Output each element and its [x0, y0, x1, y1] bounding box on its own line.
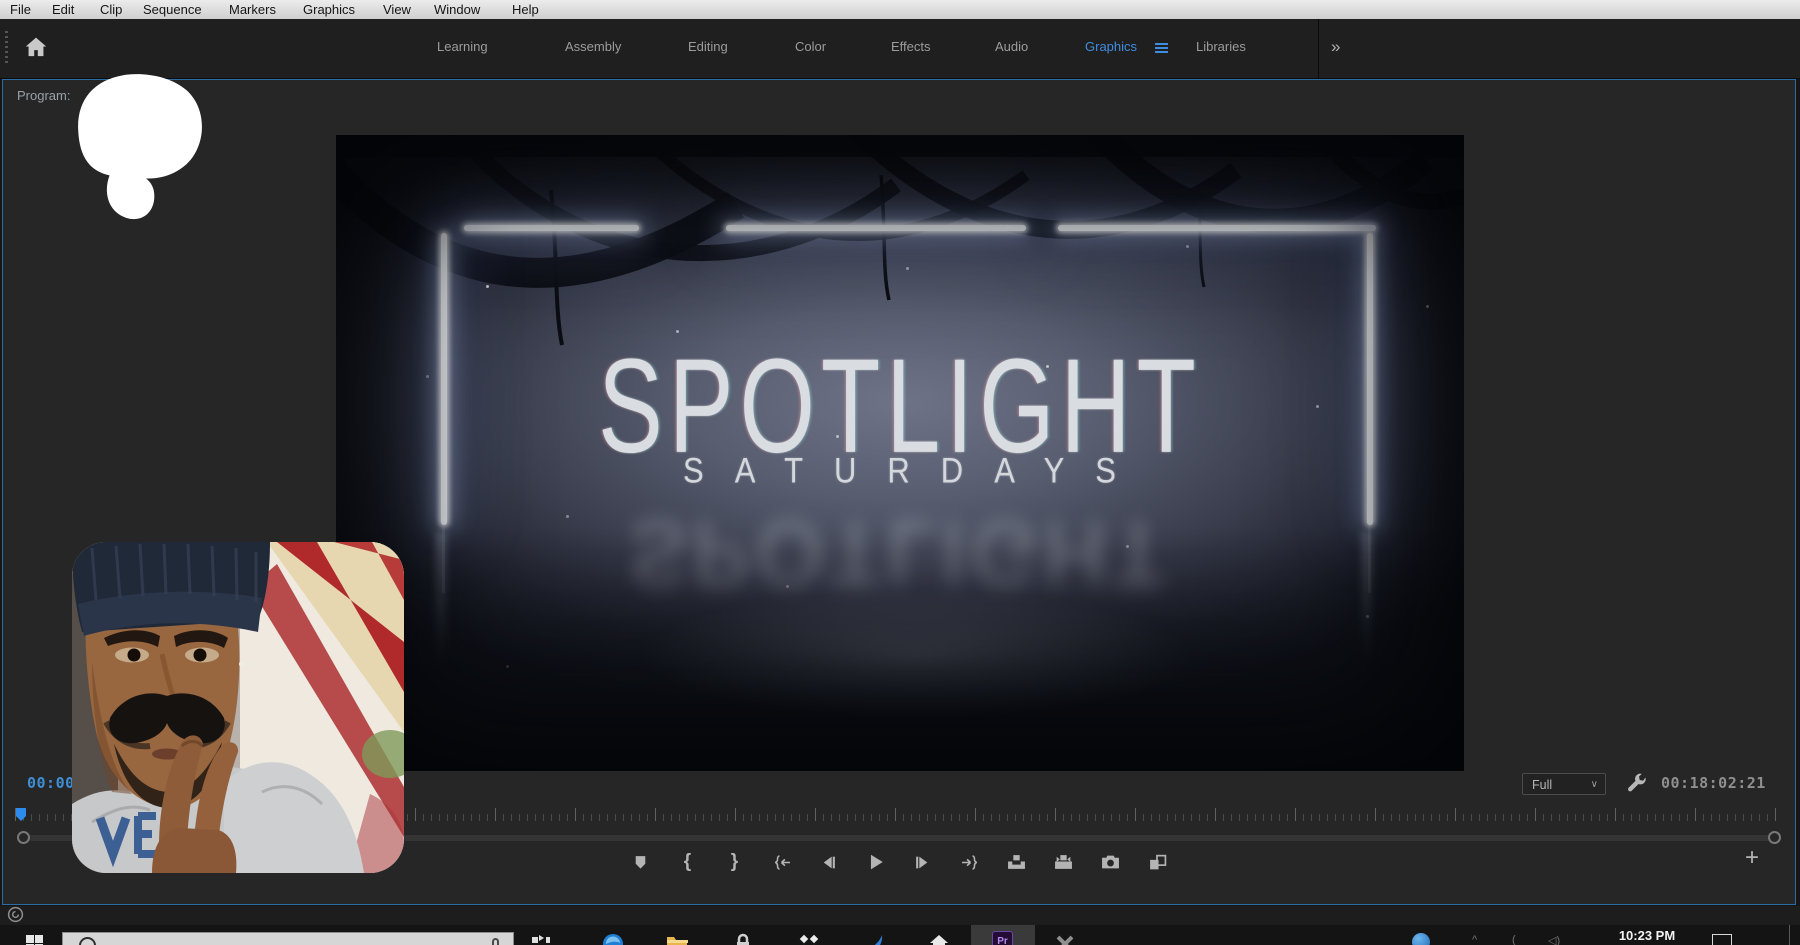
- tab-libraries[interactable]: Libraries: [1196, 39, 1246, 54]
- menu-graphics[interactable]: Graphics: [303, 1, 355, 18]
- diamonds-app-icon[interactable]: [798, 933, 820, 945]
- duration-timecode: 00:18:02:21: [1661, 774, 1766, 792]
- home-app-icon[interactable]: [928, 933, 950, 945]
- menu-sequence[interactable]: Sequence: [143, 1, 202, 18]
- x-app-icon[interactable]: [1054, 933, 1076, 945]
- cortana-icon: [79, 937, 96, 945]
- menu-edit[interactable]: Edit: [52, 1, 74, 18]
- export-frame-camera-icon[interactable]: [1101, 852, 1121, 872]
- white-annotation-blob: [73, 70, 215, 222]
- go-to-out-point-icon[interactable]: [960, 852, 980, 872]
- go-to-in-point-icon[interactable]: [772, 852, 792, 872]
- vignette: [336, 135, 1464, 771]
- scrollbar-handle-right[interactable]: [1768, 831, 1781, 844]
- premiere-pro-window: File Edit Clip Sequence Markers Graphics…: [0, 0, 1800, 945]
- current-timecode[interactable]: 00:00: [27, 774, 75, 792]
- panel-title[interactable]: Program:: [17, 88, 70, 103]
- tray-orb-icon[interactable]: [1412, 933, 1430, 945]
- menu-clip[interactable]: Clip: [100, 1, 122, 18]
- tab-color[interactable]: Color: [795, 39, 826, 54]
- menu-window[interactable]: Window: [434, 1, 480, 18]
- mark-out-icon[interactable]: }: [725, 852, 745, 872]
- file-explorer-icon[interactable]: [666, 933, 688, 945]
- action-center-icon[interactable]: [1712, 934, 1732, 945]
- show-desktop-button[interactable]: [1789, 925, 1790, 945]
- lock-app-icon[interactable]: [732, 933, 754, 945]
- premiere-pro-icon[interactable]: Pr: [992, 931, 1013, 945]
- menu-help[interactable]: Help: [512, 1, 539, 18]
- tab-assembly[interactable]: Assembly: [565, 39, 621, 54]
- scrollbar-handle-left[interactable]: [17, 831, 30, 844]
- menu-markers[interactable]: Markers: [229, 1, 276, 18]
- step-forward-icon[interactable]: [913, 852, 933, 872]
- swoosh-app-icon[interactable]: [864, 933, 886, 945]
- task-view-icon[interactable]: [530, 933, 552, 945]
- settings-wrench-icon[interactable]: [1626, 772, 1648, 794]
- divider: [1318, 19, 1319, 78]
- tab-graphics[interactable]: Graphics: [1085, 39, 1137, 54]
- menu-bar: File Edit Clip Sequence Markers Graphics…: [0, 0, 1800, 20]
- taskbar-search-input[interactable]: [62, 932, 514, 945]
- step-back-icon[interactable]: [819, 852, 839, 872]
- windows-taskbar: Pr ^ ( ◁) 10:23 PM: [0, 925, 1800, 945]
- status-strip: [0, 906, 1800, 925]
- chevron-down-icon: ∨: [1591, 774, 1598, 796]
- tab-effects[interactable]: Effects: [891, 39, 931, 54]
- tab-learning[interactable]: Learning: [437, 39, 488, 54]
- panel-grip: [5, 31, 8, 65]
- workspace-menu-icon[interactable]: [1155, 43, 1168, 53]
- workspace-bar: Learning Assembly Editing Color Effects …: [0, 19, 1800, 79]
- microphone-icon[interactable]: [492, 938, 499, 945]
- play-icon[interactable]: [866, 852, 886, 872]
- zoom-level-value: Full: [1532, 778, 1552, 792]
- zoom-level-select[interactable]: Full ∨: [1522, 773, 1606, 795]
- tray-network-icon[interactable]: (: [1512, 934, 1516, 945]
- program-video-frame: SPOTLIGHT SPOTLIGHT SATURDAYS: [336, 135, 1464, 771]
- home-icon[interactable]: [24, 36, 50, 60]
- mark-in-icon[interactable]: {: [678, 852, 698, 872]
- tray-hidden-icons-chevron[interactable]: ^: [1472, 934, 1477, 945]
- button-editor-plus[interactable]: +: [1745, 846, 1759, 870]
- taskbar-clock[interactable]: 10:23 PM: [1601, 928, 1693, 943]
- menu-file[interactable]: File: [10, 1, 31, 18]
- tray-volume-icon[interactable]: ◁): [1548, 934, 1560, 945]
- menu-view[interactable]: View: [383, 1, 411, 18]
- start-button-icon[interactable]: [26, 935, 43, 945]
- creative-cloud-sync-icon[interactable]: [7, 906, 24, 923]
- browser-orb-icon[interactable]: [602, 933, 624, 945]
- webcam-overlay: [72, 542, 404, 873]
- tab-editing[interactable]: Editing: [688, 39, 728, 54]
- workspace-overflow-chevron-icon[interactable]: »: [1331, 37, 1338, 57]
- extract-icon[interactable]: [1054, 852, 1074, 872]
- tab-audio[interactable]: Audio: [995, 39, 1028, 54]
- add-marker-icon[interactable]: [631, 852, 651, 872]
- comparison-view-icon[interactable]: [1148, 852, 1168, 872]
- lift-icon[interactable]: [1007, 852, 1027, 872]
